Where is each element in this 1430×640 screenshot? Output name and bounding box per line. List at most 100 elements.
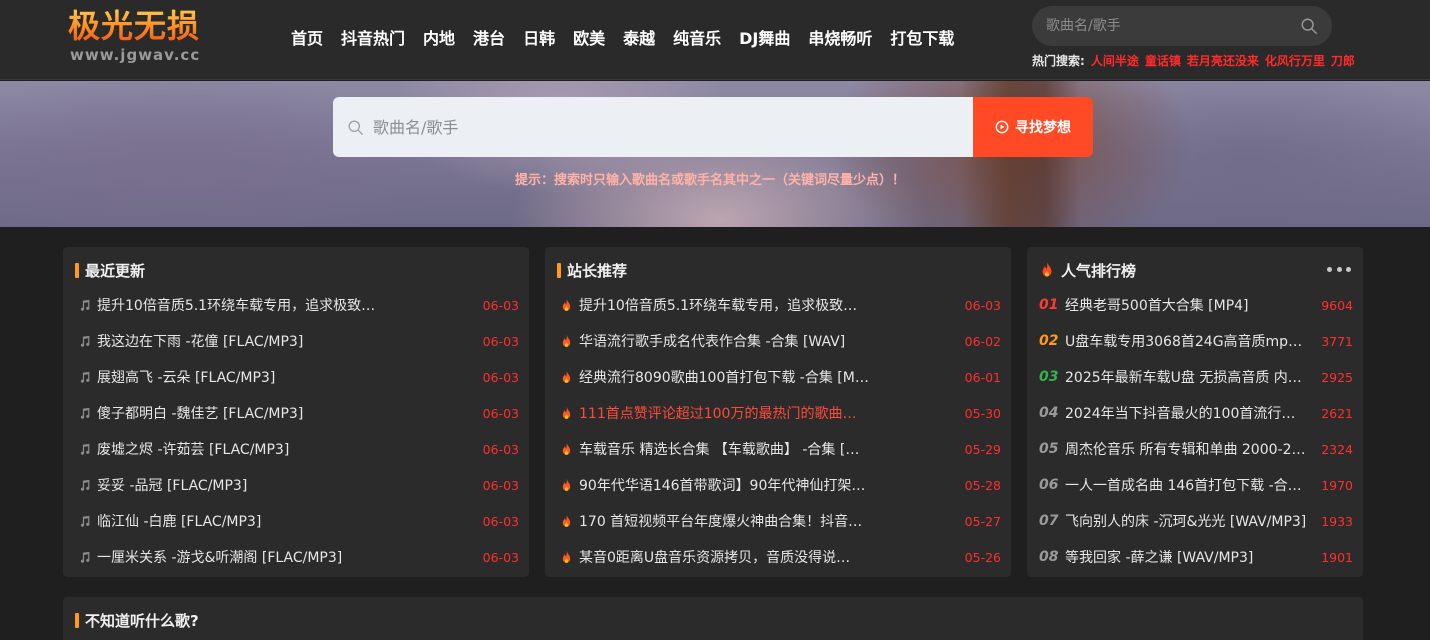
- ranking-item[interactable]: 05 周杰伦音乐 所有专辑和单曲 2000-2… 2324: [1027, 431, 1363, 467]
- item-date: 06-03: [482, 333, 519, 349]
- item-date: 05-28: [964, 477, 1001, 493]
- hot-keyword[interactable]: 化风行万里: [1265, 52, 1325, 70]
- item-date: 06-02: [964, 333, 1001, 349]
- music-note-icon: [75, 440, 93, 458]
- item-title: U盘车载专用3068首24G高音质mp…: [1065, 334, 1303, 350]
- nav-pack-download[interactable]: 打包下载: [881, 24, 963, 54]
- item-date: 06-03: [482, 405, 519, 421]
- nav-dj[interactable]: DJ舞曲: [730, 24, 799, 54]
- ranking-item[interactable]: 01 经典老哥500首大合集 [MP4] 9604: [1027, 287, 1363, 323]
- fire-icon: [557, 512, 575, 530]
- nav-instrumental[interactable]: 纯音乐: [664, 24, 730, 54]
- hot-keyword[interactable]: 童话镇: [1145, 52, 1181, 70]
- item-title: 一人一首成名曲 146首打包下载 -合…: [1065, 478, 1302, 494]
- nav-douyin-hot[interactable]: 抖音热门: [332, 24, 414, 54]
- ranking-panel: 人气排行榜 01 经典老哥500首大合集 [MP4] 9604 02 U盘车载专用306…: [1027, 247, 1363, 577]
- panel-header: 人气排行榜: [1039, 259, 1136, 281]
- panel-header: 站长推荐: [557, 259, 627, 281]
- main-search-input[interactable]: [373, 97, 963, 157]
- list-item[interactable]: 一厘米关系 -游戈&听潮阁 [FLAC/MP3] 06-03: [63, 539, 529, 575]
- list-item[interactable]: 90年代华语146首带歌词】90年代神仙打架… 05-28: [545, 467, 1011, 503]
- recommend-panel: 站长推荐 提升10倍音质5.1环绕车载专用，追求极致… 06-03 华语流行歌手成名…: [545, 247, 1011, 577]
- nav-jp-kr[interactable]: 日韩: [514, 24, 564, 54]
- logo-url: www.jgwav.cc: [70, 46, 201, 64]
- list-item[interactable]: 某音0距离U盘音乐资源拷贝，音质没得说… 05-26: [545, 539, 1011, 575]
- music-note-icon: [75, 512, 93, 530]
- list-item[interactable]: 临江仙 -白鹿 [FLAC/MP3] 06-03: [63, 503, 529, 539]
- main-nav: 首页 抖音热门 内地 港台 日韩 欧美 泰越 纯音乐 DJ舞曲 串烧畅听 打包下…: [282, 24, 963, 54]
- item-title: 2025年最新车载U盘 无损高音质 内…: [1065, 370, 1302, 386]
- list-item[interactable]: 111首点赞评论超过100万的最热门的歌曲… 05-30: [545, 395, 1011, 431]
- fire-icon: [557, 368, 575, 386]
- play-circle-icon: [995, 120, 1009, 134]
- item-title: 90年代华语146首带歌词】90年代神仙打架…: [579, 478, 866, 494]
- search-button-label: 寻找梦想: [1015, 120, 1071, 136]
- hot-keyword[interactable]: 刀郎: [1331, 52, 1355, 70]
- play-count: 2324: [1321, 441, 1353, 457]
- item-title: 傻子都明白 -魏佳艺 [FLAC/MP3]: [97, 406, 304, 422]
- top-search-box: [1032, 6, 1332, 46]
- ranking-item[interactable]: 06 一人一首成名曲 146首打包下载 -合… 1970: [1027, 467, 1363, 503]
- item-title: 经典老哥500首大合集 [MP4]: [1065, 298, 1249, 314]
- music-note-icon: [75, 296, 93, 314]
- item-date: 05-26: [964, 549, 1001, 565]
- item-title: 飞向别人的床 -沉珂&光光 [WAV/MP3]: [1065, 514, 1307, 530]
- hot-keyword[interactable]: 人间半途: [1091, 52, 1139, 70]
- list-item[interactable]: 170 首短视频平台年度爆火神曲合集！抖音… 05-27: [545, 503, 1011, 539]
- nav-thai-viet[interactable]: 泰越: [614, 24, 664, 54]
- recommend-list: 提升10倍音质5.1环绕车载专用，追求极致… 06-03 华语流行歌手成名代表作合集…: [545, 287, 1011, 575]
- nav-home[interactable]: 首页: [282, 24, 332, 54]
- hot-search-label: 热门搜索:: [1032, 54, 1085, 68]
- item-title: 周杰伦音乐 所有专辑和单曲 2000-2…: [1065, 442, 1306, 458]
- search-submit-button[interactable]: 寻找梦想: [973, 97, 1093, 157]
- nav-western[interactable]: 欧美: [564, 24, 614, 54]
- title-accent-bar: [557, 262, 561, 278]
- list-item[interactable]: 华语流行歌手成名代表作合集 -合集 [WAV] 06-02: [545, 323, 1011, 359]
- search-icon[interactable]: [1300, 17, 1318, 35]
- list-item[interactable]: 提升10倍音质5.1环绕车载专用，追求极致… 06-03: [545, 287, 1011, 323]
- list-item[interactable]: 车载音乐 精选长合集 【车载歌曲】 -合集 [… 05-29: [545, 431, 1011, 467]
- music-note-icon: [75, 476, 93, 494]
- list-item[interactable]: 展翅高飞 -云朵 [FLAC/MP3] 06-03: [63, 359, 529, 395]
- ranking-item[interactable]: 07 飞向别人的床 -沉珂&光光 [WAV/MP3] 1933: [1027, 503, 1363, 539]
- play-count: 1901: [1321, 549, 1353, 565]
- panel-header: 不知道听什么歌?: [75, 609, 199, 631]
- rank-number: 01: [1039, 297, 1059, 313]
- list-item[interactable]: 提升10倍音质5.1环绕车载专用，追求极致… 06-03: [63, 287, 529, 323]
- list-item[interactable]: 我这边在下雨 -花僮 [FLAC/MP3] 06-03: [63, 323, 529, 359]
- ranking-item[interactable]: 04 2024年当下抖音最火的100首流行… 2621: [1027, 395, 1363, 431]
- panel-title: 人气排行榜: [1061, 261, 1137, 280]
- play-count: 3771: [1321, 333, 1353, 349]
- ranking-item[interactable]: 03 2025年最新车载U盘 无损高音质 内… 2925: [1027, 359, 1363, 395]
- music-note-icon: [75, 548, 93, 566]
- fire-icon: [557, 548, 575, 566]
- nav-mainland[interactable]: 内地: [414, 24, 464, 54]
- list-item[interactable]: 傻子都明白 -魏佳艺 [FLAC/MP3] 06-03: [63, 395, 529, 431]
- site-logo[interactable]: 极光无损 www.jgwav.cc: [68, 6, 218, 66]
- fire-icon: [557, 476, 575, 494]
- item-title: 妥妥 -品冠 [FLAC/MP3]: [97, 478, 248, 494]
- item-title: 废墟之烬 -许茹芸 [FLAC/MP3]: [97, 442, 290, 458]
- play-count: 1933: [1321, 513, 1353, 529]
- search-icon: [348, 120, 363, 135]
- fire-icon: [1042, 261, 1052, 277]
- rank-number: 05: [1039, 441, 1059, 457]
- panel-title: 不知道听什么歌?: [85, 611, 199, 630]
- list-item[interactable]: 妥妥 -品冠 [FLAC/MP3] 06-03: [63, 467, 529, 503]
- hot-keyword[interactable]: 若月亮还没来: [1187, 52, 1259, 70]
- more-icon[interactable]: [1327, 259, 1351, 279]
- main-search-field: [333, 97, 973, 157]
- nav-hk-tw[interactable]: 港台: [464, 24, 514, 54]
- ranking-item[interactable]: 08 等我回家 -薛之谦 [WAV/MP3] 1901: [1027, 539, 1363, 575]
- nav-medley[interactable]: 串烧畅听: [799, 24, 881, 54]
- ranking-item[interactable]: 02 U盘车载专用3068首24G高音质mp… 3771: [1027, 323, 1363, 359]
- play-count: 9604: [1321, 297, 1353, 313]
- list-item[interactable]: 废墟之烬 -许茹芸 [FLAC/MP3] 06-03: [63, 431, 529, 467]
- play-count: 1970: [1321, 477, 1353, 493]
- top-header: 极光无损 www.jgwav.cc 首页 抖音热门 内地 港台 日韩 欧美 泰越…: [0, 0, 1430, 80]
- list-item[interactable]: 经典流行8090歌曲100首打包下载 -合集 [M… 06-01: [545, 359, 1011, 395]
- item-date: 05-27: [964, 513, 1001, 529]
- search-tip: 提示：搜索时只输入歌曲名或歌手名其中之一（关键词尽量少点）！: [514, 173, 905, 188]
- fire-icon: [557, 332, 575, 350]
- top-search-input[interactable]: [1046, 6, 1286, 46]
